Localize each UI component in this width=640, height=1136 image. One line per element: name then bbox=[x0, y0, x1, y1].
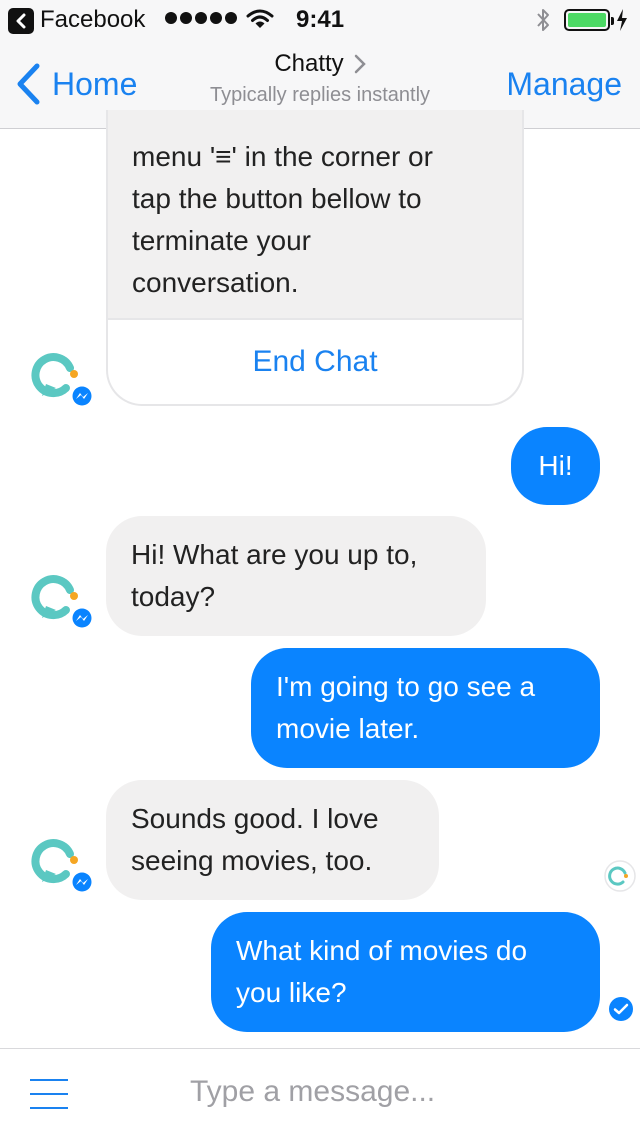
chat-title[interactable]: Chatty Typically replies instantly bbox=[150, 50, 490, 107]
status-bar: Facebook 9:41 bbox=[0, 0, 640, 40]
end-chat-button[interactable]: End Chat bbox=[108, 320, 522, 404]
chevron-right-icon bbox=[354, 54, 366, 74]
chat-subtitle: Typically replies instantly bbox=[209, 84, 431, 106]
message-bubble-outgoing[interactable]: Hi! bbox=[511, 427, 600, 505]
bot-avatar-icon bbox=[31, 839, 92, 893]
message-bubble-outgoing[interactable]: I'm going to go see a movie later. bbox=[251, 648, 600, 768]
manage-button[interactable]: Manage bbox=[506, 66, 622, 103]
delivered-check-icon bbox=[609, 997, 633, 1021]
bot-avatar-icon bbox=[31, 353, 92, 407]
home-back-label: Home bbox=[52, 65, 138, 102]
battery-icon bbox=[564, 9, 614, 31]
bot-avatar-icon bbox=[31, 575, 92, 629]
charging-bolt-icon bbox=[617, 9, 627, 31]
status-time: 9:41 bbox=[296, 6, 345, 33]
message-bubble-incoming[interactable]: Sounds good. I love seeing movies, too. bbox=[106, 780, 439, 900]
wifi-icon bbox=[246, 9, 274, 28]
signal-dots-icon bbox=[165, 12, 237, 28]
message-input[interactable] bbox=[190, 1067, 610, 1117]
home-back-button[interactable]: Home bbox=[16, 62, 137, 106]
seen-avatar-icon bbox=[604, 860, 636, 892]
back-to-app-label[interactable]: Facebook bbox=[40, 6, 145, 34]
message-bubble-incoming[interactable]: Hi! What are you up to, today? bbox=[106, 516, 486, 636]
composer-bar bbox=[0, 1048, 640, 1136]
back-chevron-icon bbox=[17, 63, 40, 105]
end-chat-card: menu '≡' in the corner or tap the button… bbox=[106, 110, 524, 406]
menu-icon[interactable] bbox=[30, 1079, 68, 1109]
back-to-app-icon[interactable] bbox=[8, 8, 34, 34]
chat-name: Chatty bbox=[274, 50, 344, 77]
card-message: menu '≡' in the corner or tap the button… bbox=[132, 141, 433, 298]
message-bubble-outgoing[interactable]: What kind of movies do you like? bbox=[211, 912, 600, 1032]
bluetooth-icon bbox=[537, 9, 549, 31]
